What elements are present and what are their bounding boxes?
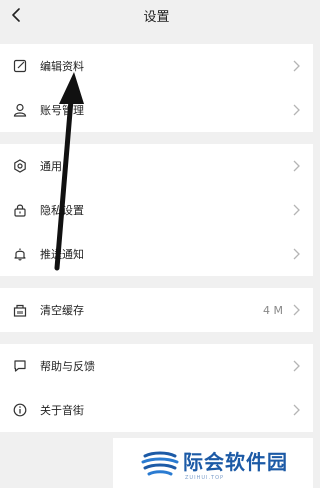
cache-group: 清空缓存 4 M <box>0 288 313 332</box>
row-edit-profile[interactable]: 编辑资料 <box>0 44 313 88</box>
chevron-right-icon <box>291 303 301 317</box>
row-label: 推送通知 <box>40 248 84 261</box>
row-account-management[interactable]: 账号管理 <box>0 88 313 132</box>
edit-icon <box>12 58 28 74</box>
row-label: 清空缓存 <box>40 304 84 317</box>
row-label: 帮助与反馈 <box>40 360 95 373</box>
help-group: 帮助与反馈 关于音街 <box>0 344 313 432</box>
chevron-right-icon <box>291 247 301 261</box>
account-group: 编辑资料 账号管理 <box>0 44 313 132</box>
top-bar: 设置 <box>0 0 313 30</box>
row-push-notifications[interactable]: 推送通知 <box>0 232 313 276</box>
watermark-subtext: ZUIHUI.TOP <box>185 474 225 481</box>
info-icon <box>12 402 28 418</box>
row-label: 通用 <box>40 160 62 173</box>
watermark-logo-icon <box>141 451 179 476</box>
row-label: 编辑资料 <box>40 60 84 73</box>
chevron-right-icon <box>291 203 301 217</box>
cache-size-value: 4 M <box>263 303 283 317</box>
row-about[interactable]: 关于音街 <box>0 388 313 432</box>
chevron-right-icon <box>291 103 301 117</box>
row-label: 关于音街 <box>40 404 84 417</box>
person-icon <box>12 102 28 118</box>
watermark-text: 际会软件园 <box>183 449 288 474</box>
row-label: 隐私设置 <box>40 204 84 217</box>
row-label: 账号管理 <box>40 104 84 117</box>
lock-icon <box>12 202 28 218</box>
row-privacy-settings[interactable]: 隐私设置 <box>0 188 313 232</box>
chevron-right-icon <box>291 403 301 417</box>
row-help-feedback[interactable]: 帮助与反馈 <box>0 344 313 388</box>
bell-icon <box>12 246 28 262</box>
cache-icon <box>12 302 28 318</box>
page-title: 设置 <box>143 10 170 25</box>
settings-group: 通用 隐私设置 推送通知 <box>0 144 313 276</box>
settings-icon <box>12 158 28 174</box>
row-clear-cache[interactable]: 清空缓存 4 M <box>0 288 313 332</box>
row-general[interactable]: 通用 <box>0 144 313 188</box>
chevron-right-icon <box>291 59 301 73</box>
chevron-right-icon <box>291 359 301 373</box>
chat-icon <box>12 358 28 374</box>
watermark: 际会软件园 ZUIHUI.TOP <box>113 438 313 488</box>
chevron-right-icon <box>291 159 301 173</box>
